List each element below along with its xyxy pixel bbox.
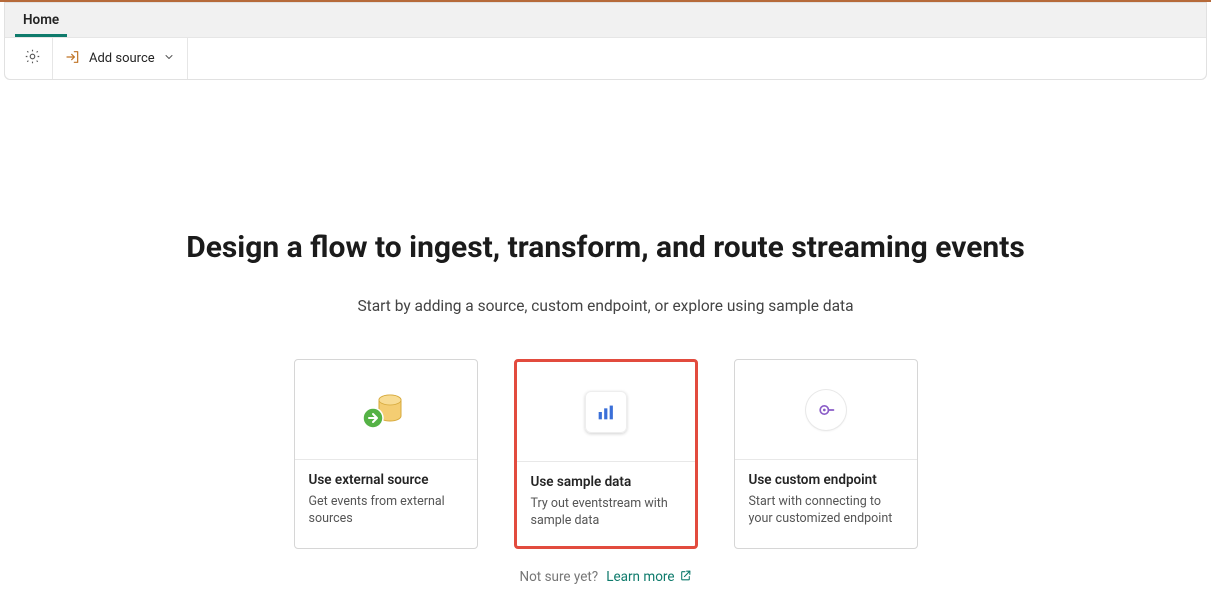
- option-cards: Use external source Get events from exte…: [294, 359, 918, 549]
- empty-state: Design a flow to ingest, transform, and …: [0, 80, 1211, 586]
- external-link-icon: [679, 569, 692, 586]
- card-sample-icon-area: [517, 362, 695, 462]
- footer-help: Not sure yet? Learn more: [519, 569, 691, 586]
- database-arrow-icon: [364, 388, 408, 432]
- page-headline: Design a flow to ingest, transform, and …: [186, 230, 1025, 265]
- tab-home-label: Home: [23, 12, 59, 28]
- endpoint-icon: [806, 390, 846, 430]
- add-source-button[interactable]: Add source: [53, 38, 188, 79]
- card-external-desc: Get events from external sources: [309, 494, 463, 528]
- settings-button[interactable]: [13, 38, 53, 79]
- add-source-label: Add source: [89, 51, 155, 66]
- import-arrow-icon: [65, 49, 81, 69]
- ribbon-tabs: Home: [5, 3, 1206, 37]
- card-external-body: Use external source Get events from exte…: [295, 460, 477, 544]
- card-external-title: Use external source: [309, 472, 463, 488]
- card-endpoint-body: Use custom endpoint Start with connectin…: [735, 460, 917, 544]
- ribbon: Home Add source: [4, 2, 1207, 80]
- card-custom-endpoint[interactable]: Use custom endpoint Start with connectin…: [734, 359, 918, 549]
- learn-more-label: Learn more: [606, 569, 674, 585]
- not-sure-label: Not sure yet?: [519, 569, 598, 585]
- card-sample-desc: Try out eventstream with sample data: [531, 496, 681, 530]
- card-external-icon-area: [295, 360, 477, 460]
- page-subhead: Start by adding a source, custom endpoin…: [357, 297, 853, 315]
- bar-chart-icon: [585, 391, 627, 433]
- card-sample-body: Use sample data Try out eventstream with…: [517, 462, 695, 546]
- card-endpoint-desc: Start with connecting to your customized…: [749, 494, 903, 528]
- card-sample-data[interactable]: Use sample data Try out eventstream with…: [514, 359, 698, 549]
- card-sample-title: Use sample data: [531, 474, 681, 490]
- ribbon-toolbar: Add source: [5, 37, 1206, 79]
- tab-home[interactable]: Home: [15, 5, 67, 37]
- chevron-down-icon: [163, 51, 175, 67]
- card-endpoint-icon-area: [735, 360, 917, 460]
- learn-more-link[interactable]: Learn more: [606, 569, 691, 586]
- card-endpoint-title: Use custom endpoint: [749, 472, 903, 488]
- card-external-source[interactable]: Use external source Get events from exte…: [294, 359, 478, 549]
- gear-icon: [24, 48, 41, 69]
